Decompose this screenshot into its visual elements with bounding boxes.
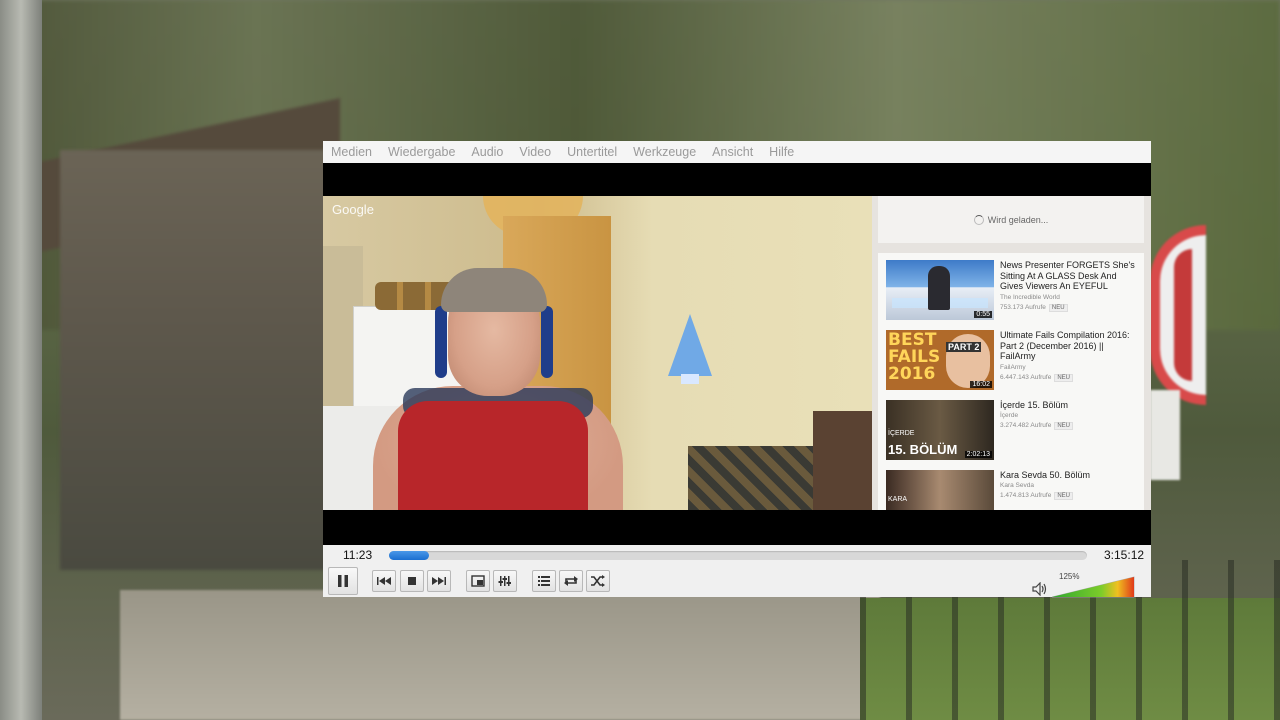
previous-button[interactable] — [372, 570, 396, 592]
background-sign-post — [1150, 390, 1180, 480]
playlist-icon — [538, 576, 550, 586]
recommendation-item[interactable]: KARA Kara Sevda 50. Bölüm Kara Sevda 1.4… — [886, 470, 1142, 510]
scene-christmas-tree — [668, 314, 712, 376]
channel-name: The Incredible World — [1000, 294, 1060, 301]
recommendation-item[interactable]: 0:55 News Presenter FORGETS She's Sittin… — [886, 260, 1142, 322]
video-thumbnail[interactable]: BEST FAILS 2016 PART 2 16:02 — [886, 330, 994, 390]
headphone-right — [541, 306, 553, 378]
new-badge: NEU — [1054, 492, 1073, 500]
video-thumbnail[interactable]: 0:55 — [886, 260, 994, 320]
next-button[interactable] — [427, 570, 451, 592]
new-badge: NEU — [1054, 422, 1073, 430]
menu-video[interactable]: Video — [511, 145, 559, 159]
thumb-text: KARA — [888, 496, 908, 503]
webcam-scene: Google — [323, 196, 872, 510]
view-count-row: 6.447.143 Aufrufe NEU — [1000, 374, 1073, 382]
shuffle-icon — [591, 575, 605, 587]
elapsed-time: 11:23 — [343, 548, 373, 562]
fullscreen-button[interactable] — [466, 570, 490, 592]
menu-hilfe[interactable]: Hilfe — [761, 145, 802, 159]
stop-button[interactable] — [400, 570, 424, 592]
recommendation-item[interactable]: BEST FAILS 2016 PART 2 16:02 Ultimate Fa… — [886, 330, 1142, 392]
playlist-button[interactable] — [532, 570, 556, 592]
new-badge: NEU — [1054, 374, 1073, 382]
duration-label: 0:55 — [974, 311, 992, 318]
new-badge: NEU — [1048, 304, 1068, 312]
media-player-window: Medien Wiedergabe Audio Video Untertitel… — [323, 141, 1151, 599]
loop-icon — [564, 576, 578, 586]
background-house — [60, 150, 350, 570]
person-shirt — [398, 401, 588, 510]
recommendation-title[interactable]: News Presenter FORGETS She's Sitting At … — [1000, 260, 1140, 292]
channel-name: FailArmy — [1000, 364, 1026, 371]
video-thumbnail[interactable]: İÇERDE 15. BÖLÜM 2:02:13 — [886, 400, 994, 460]
background-road — [120, 590, 880, 720]
video-area[interactable]: Google Wird geladen... 0:55 News Present… — [323, 163, 1151, 545]
loading-indicator: Wird geladen... — [878, 196, 1144, 243]
view-count: 1.474.813 Aufrufe — [1000, 492, 1052, 499]
thumb-figure — [928, 266, 950, 310]
thumb-text-secondary: PART 2 — [946, 342, 982, 352]
previous-icon — [377, 577, 391, 585]
menu-bar: Medien Wiedergabe Audio Video Untertitel… — [323, 141, 1151, 163]
seek-bar-progress — [389, 551, 430, 560]
shuffle-button[interactable] — [586, 570, 610, 592]
menu-werkzeuge[interactable]: Werkzeuge — [625, 145, 704, 159]
duration-label: 2:02:13 — [964, 451, 992, 458]
menu-untertitel[interactable]: Untertitel — [559, 145, 625, 159]
extended-settings-button[interactable] — [493, 570, 517, 592]
scene-sofa — [813, 411, 872, 510]
next-icon — [432, 577, 446, 585]
volume-slider[interactable] — [1052, 575, 1136, 599]
person-hair — [441, 268, 547, 312]
menu-medien[interactable]: Medien — [323, 145, 380, 159]
loading-text: Wird geladen... — [987, 214, 1049, 225]
video-thumbnail[interactable]: KARA — [886, 470, 994, 510]
equalizer-icon — [498, 576, 511, 586]
spinner-icon — [973, 214, 984, 225]
pause-button[interactable] — [328, 567, 358, 595]
google-watermark: Google — [332, 202, 374, 217]
view-count-row: 753.173 Aufrufe NEU — [1000, 304, 1068, 312]
recommendation-item[interactable]: İÇERDE 15. BÖLÜM 2:02:13 İçerde 15. Bölü… — [886, 400, 1142, 462]
video-frame: Google Wird geladen... 0:55 News Present… — [323, 196, 1151, 510]
channel-name: Kara Sevda — [1000, 482, 1034, 489]
background-pole — [0, 0, 42, 720]
seek-bar[interactable] — [389, 551, 1087, 560]
recommendation-title[interactable]: Kara Sevda 50. Bölüm — [1000, 470, 1140, 481]
thumb-text: BEST FAILS 2016 — [888, 330, 941, 384]
channel-name: İçerde — [1000, 412, 1019, 419]
headphone-left — [435, 306, 447, 378]
stop-icon — [408, 577, 416, 585]
menu-ansicht[interactable]: Ansicht — [704, 145, 761, 159]
recommendation-title[interactable]: İçerde 15. Bölüm — [1000, 400, 1140, 411]
background-road-sign — [1150, 225, 1206, 405]
thumb-text: İÇERDE — [888, 430, 915, 437]
menu-audio[interactable]: Audio — [463, 145, 511, 159]
duration-label: 16:02 — [970, 381, 992, 388]
speaker-icon[interactable] — [1032, 582, 1048, 596]
view-count-row: 3.274.482 Aufrufe NEU — [1000, 422, 1073, 430]
total-time: 3:15:12 — [1104, 548, 1145, 562]
view-count: 753.173 Aufrufe — [1000, 304, 1046, 311]
view-count: 6.447.143 Aufrufe — [1000, 374, 1052, 381]
view-count: 3.274.482 Aufrufe — [1000, 422, 1052, 429]
recommendation-title[interactable]: Ultimate Fails Compilation 2016: Part 2 … — [1000, 330, 1140, 362]
loop-button[interactable] — [559, 570, 583, 592]
view-count-row: 1.474.813 Aufrufe NEU — [1000, 492, 1073, 500]
recommendations-panel: Wird geladen... 0:55 News Presenter FORG… — [872, 196, 1151, 510]
scene-christmas-tree-base — [681, 374, 699, 384]
thumb-text-secondary: 15. BÖLÜM — [888, 442, 958, 457]
fullscreen-icon — [471, 575, 485, 587]
recommendation-list: 0:55 News Presenter FORGETS She's Sittin… — [878, 253, 1144, 510]
control-bar: 11:23 3:15:12 125% — [323, 545, 1151, 599]
pause-icon — [338, 575, 348, 587]
menu-wiedergabe[interactable]: Wiedergabe — [380, 145, 463, 159]
